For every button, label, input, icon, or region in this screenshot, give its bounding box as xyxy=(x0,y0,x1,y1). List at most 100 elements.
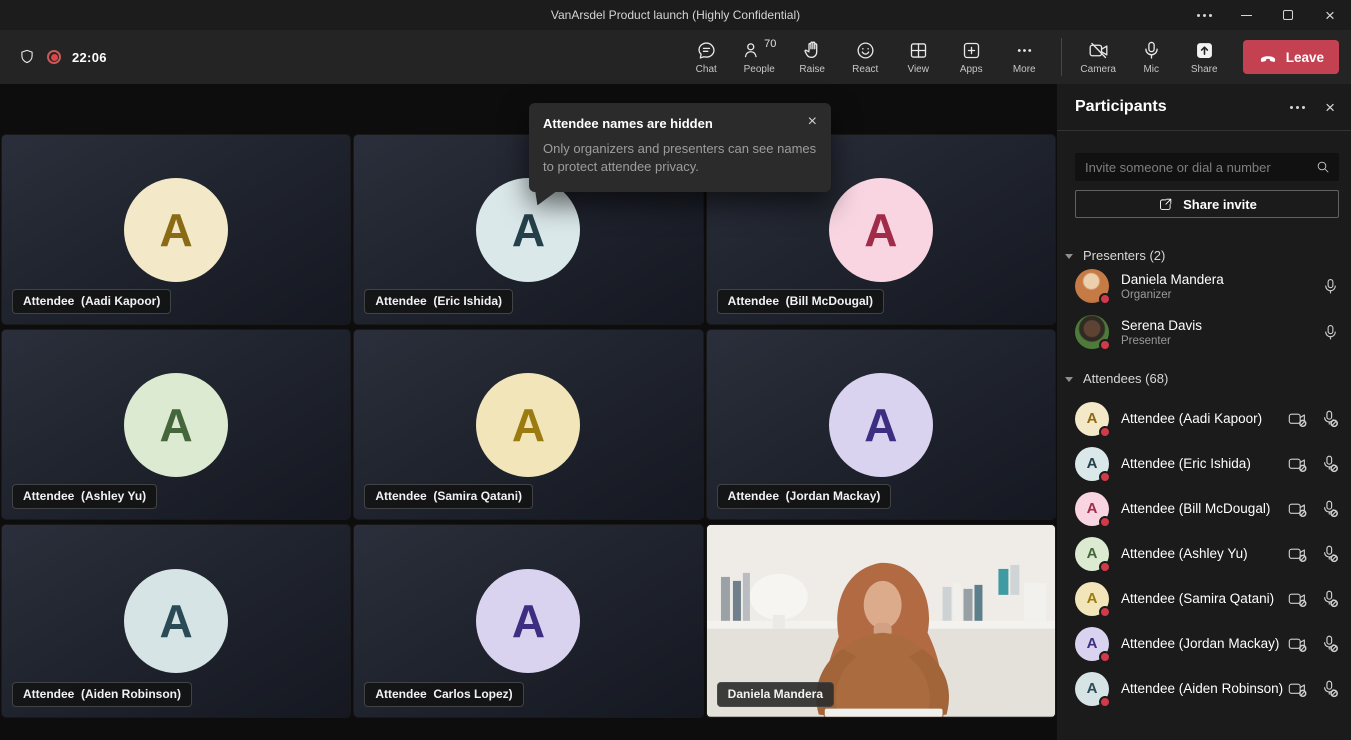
view-grid-icon xyxy=(908,40,929,61)
avatar: A xyxy=(124,373,228,477)
mic-off-icon xyxy=(1321,590,1339,608)
camera-off-icon xyxy=(1288,410,1308,428)
mic-off-icon xyxy=(1321,410,1339,428)
hangup-phone-icon xyxy=(1258,47,1278,67)
participants-close-icon[interactable]: × xyxy=(1325,99,1335,116)
tile-name-label: Attendee (Aadi Kapoor) xyxy=(12,289,171,314)
camera-button[interactable]: Camera xyxy=(1072,40,1125,75)
apps-plus-icon xyxy=(961,40,982,61)
invite-search-field[interactable] xyxy=(1075,153,1339,181)
people-icon xyxy=(742,40,763,61)
camera-off-icon xyxy=(1288,500,1308,518)
raise-hand-button[interactable]: Raise xyxy=(786,40,839,75)
video-tile-daniela-mandera[interactable]: Daniela Mandera xyxy=(707,525,1055,717)
teams-meeting-window: VanArsdel Product launch (Highly Confide… xyxy=(0,0,1351,740)
attendee-row[interactable]: A Attendee (Aiden Robinson) xyxy=(1075,666,1339,711)
tile-name-label: Attendee (Aiden Robinson) xyxy=(12,682,192,707)
avatar xyxy=(1075,269,1109,303)
shield-icon xyxy=(18,48,36,66)
toolbar-divider xyxy=(1061,38,1062,76)
attendee-row[interactable]: A Attendee (Jordan Mackay) xyxy=(1075,621,1339,666)
tooltip-close-icon[interactable]: × xyxy=(808,114,817,130)
attendee-row[interactable]: A Attendee (Eric Ishida) xyxy=(1075,441,1339,486)
avatar xyxy=(1075,315,1109,349)
leave-button-label: Leave xyxy=(1286,50,1324,65)
share-screen-icon xyxy=(1194,40,1215,61)
meeting-toolbar: 22:06 Chat 70 People Raise xyxy=(0,30,1351,84)
tile-name-label: Daniela Mandera xyxy=(717,682,834,707)
attendee-row[interactable]: A Attendee (Samira Qatani) xyxy=(1075,576,1339,621)
window-controls: × xyxy=(1183,0,1351,30)
mic-off-icon xyxy=(1321,545,1339,563)
mic-off-icon xyxy=(1321,500,1339,518)
mic-off-icon xyxy=(1321,455,1339,473)
avatar: A xyxy=(476,373,580,477)
camera-off-icon xyxy=(1288,455,1308,473)
attendee-row[interactable]: A Attendee (Bill McDougal) xyxy=(1075,486,1339,531)
leave-button[interactable]: Leave xyxy=(1243,40,1339,74)
invite-input[interactable] xyxy=(1085,160,1315,175)
apps-button[interactable]: Apps xyxy=(945,40,998,75)
video-tile-ashley-yu[interactable]: A Attendee (Ashley Yu) xyxy=(2,330,350,519)
search-icon xyxy=(1315,159,1331,175)
chat-button[interactable]: Chat xyxy=(680,40,733,75)
video-tile-aadi-kapoor[interactable]: A Attendee (Aadi Kapoor) xyxy=(2,135,350,324)
share-invite-button[interactable]: Share invite xyxy=(1075,190,1339,218)
camera-off-icon xyxy=(1288,590,1308,608)
participants-title: Participants xyxy=(1075,98,1290,116)
minimize-icon[interactable] xyxy=(1225,0,1267,30)
window-more-icon[interactable] xyxy=(1183,0,1225,30)
tooltip-body: Only organizers and presenters can see n… xyxy=(543,140,817,176)
more-ellipsis-icon xyxy=(1014,40,1035,61)
attendee-row[interactable]: A Attendee (Ashley Yu) xyxy=(1075,531,1339,576)
presenters-section-header[interactable]: Presenters (2) xyxy=(1075,248,1339,263)
people-count-badge: 70 xyxy=(764,38,776,50)
avatar: A xyxy=(124,178,228,282)
tile-name-label: Attendee Carlos Lopez) xyxy=(364,682,523,707)
avatar: A xyxy=(829,373,933,477)
attendees-section-header[interactable]: Attendees (68) xyxy=(1075,371,1339,386)
video-tile-samira-qatani[interactable]: A Attendee (Samira Qatani) xyxy=(354,330,702,519)
collapse-chevron-icon xyxy=(1065,377,1073,382)
avatar: A xyxy=(476,569,580,673)
tile-name-label: Attendee (Eric Ishida) xyxy=(364,289,513,314)
mic-icon[interactable] xyxy=(1322,324,1339,341)
camera-off-icon xyxy=(1288,545,1308,563)
maximize-icon[interactable] xyxy=(1267,0,1309,30)
tooltip-title: Attendee names are hidden xyxy=(543,116,800,131)
mic-icon[interactable] xyxy=(1322,278,1339,295)
mic-button[interactable]: Mic xyxy=(1125,40,1178,75)
view-button[interactable]: View xyxy=(892,40,945,75)
avatar: A xyxy=(1075,492,1109,526)
chat-icon xyxy=(696,40,717,61)
react-smiley-icon xyxy=(855,40,876,61)
attendee-row[interactable]: A Attendee (Aadi Kapoor) xyxy=(1075,396,1339,441)
avatar: A xyxy=(1075,582,1109,616)
people-button[interactable]: 70 People xyxy=(733,40,786,75)
meeting-timer: 22:06 xyxy=(72,50,107,65)
more-button[interactable]: More xyxy=(998,40,1051,75)
avatar: A xyxy=(476,178,580,282)
share-invite-icon xyxy=(1157,196,1174,213)
titlebar: VanArsdel Product launch (Highly Confide… xyxy=(0,0,1351,30)
video-tile-carlos-lopez[interactable]: A Attendee Carlos Lopez) xyxy=(354,525,702,717)
video-tile-aiden-robinson[interactable]: A Attendee (Aiden Robinson) xyxy=(2,525,350,717)
camera-off-icon xyxy=(1288,680,1308,698)
avatar: A xyxy=(1075,447,1109,481)
presenter-row-serena-davis[interactable]: Serena Davis Presenter xyxy=(1075,309,1339,355)
tile-name-label: Attendee (Ashley Yu) xyxy=(12,484,157,509)
mic-icon xyxy=(1141,40,1162,61)
mic-off-icon xyxy=(1321,680,1339,698)
avatar: A xyxy=(124,569,228,673)
tile-name-label: Attendee (Jordan Mackay) xyxy=(717,484,892,509)
react-button[interactable]: React xyxy=(839,40,892,75)
attendee-names-tooltip: Attendee names are hidden × Only organiz… xyxy=(529,103,831,192)
participants-more-icon[interactable] xyxy=(1290,106,1305,109)
close-window-icon[interactable]: × xyxy=(1309,0,1351,30)
presenter-row-daniela-mandera[interactable]: Daniela Mandera Organizer xyxy=(1075,263,1339,309)
tile-name-label: Attendee (Bill McDougal) xyxy=(717,289,884,314)
meeting-info: 22:06 xyxy=(18,48,107,66)
video-tile-jordan-mackay[interactable]: A Attendee (Jordan Mackay) xyxy=(707,330,1055,519)
raise-hand-icon xyxy=(802,40,823,61)
share-button[interactable]: Share xyxy=(1178,40,1231,75)
